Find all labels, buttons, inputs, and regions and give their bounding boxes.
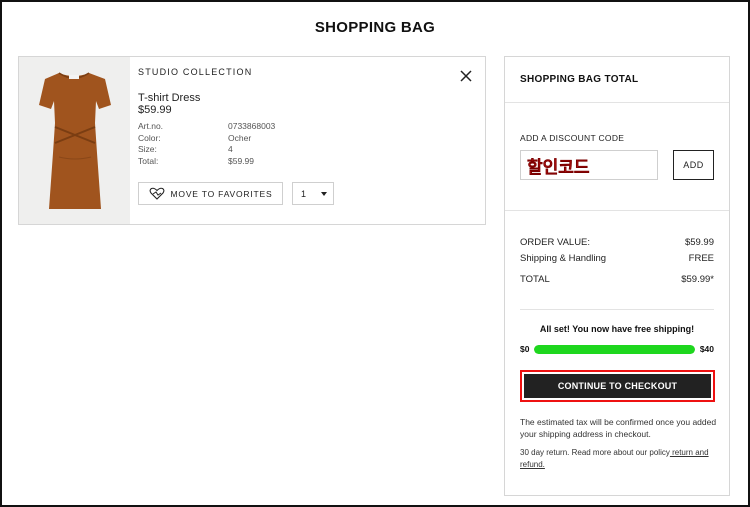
attr-key: Total: [138, 155, 159, 166]
product-attributes: Art.no. 0733868003 Color: Ocher Size: 4 … [138, 121, 275, 167]
return-note: 30 day return. Read more about our polic… [520, 447, 717, 470]
total-row: TOTAL $59.99* [520, 274, 714, 285]
attr-value: Ocher [228, 132, 252, 143]
discount-code-label: ADD A DISCOUNT CODE [520, 133, 625, 143]
attr-value: 0733868003 [228, 121, 276, 131]
move-to-favorites-label: MOVE TO FAVORITES [170, 188, 273, 199]
return-note-text: 30 day return. Read more about our polic… [520, 448, 670, 457]
move-to-favorites-button[interactable]: MOVE TO FAVORITES [138, 182, 283, 205]
total-label: TOTAL [520, 274, 550, 285]
bag-total-panel: SHOPPING BAG TOTAL ADD A DISCOUNT CODE 할… [504, 56, 730, 496]
bag-item-card: STUDIO COLLECTION T-shirt Dress $59.99 A… [18, 56, 486, 225]
attr-row-size: Size: 4 [138, 144, 275, 156]
dress-image-icon [39, 72, 111, 209]
divider [505, 102, 729, 103]
attr-key: Size: [138, 144, 157, 154]
product-name[interactable]: T-shirt Dress [138, 92, 200, 104]
add-discount-button[interactable]: ADD [673, 150, 714, 180]
product-image[interactable] [19, 57, 130, 224]
product-price: $59.99 [138, 104, 172, 116]
attr-row-article: Art.no. 0733868003 [138, 121, 275, 133]
divider [505, 210, 729, 211]
divider [520, 309, 714, 310]
progress-min-label: $0 [520, 344, 530, 354]
quantity-select[interactable]: 1 [292, 182, 334, 205]
order-value-label: ORDER VALUE: [520, 237, 591, 248]
tax-note: The estimated tax will be confirmed once… [520, 417, 717, 439]
checkout-highlight: CONTINUE TO CHECKOUT [520, 370, 715, 402]
progress-max-label: $40 [699, 344, 714, 354]
order-value-row: ORDER VALUE: $59.99 [520, 237, 714, 248]
attr-row-total: Total: $59.99 [138, 156, 275, 168]
attr-value: $59.99 [228, 155, 254, 166]
attr-key: Color: [138, 132, 161, 143]
shipping-row: Shipping & Handling FREE [520, 253, 714, 264]
progress-track [534, 344, 695, 354]
attr-key: Art.no. [138, 121, 164, 131]
chevron-down-icon [321, 191, 327, 196]
total-amount: $59.99* [681, 274, 714, 285]
free-shipping-message: All set! You now have free shipping! [539, 324, 695, 334]
discount-code-input[interactable]: 할인코드 [520, 150, 658, 180]
progress-fill [534, 344, 695, 354]
remove-item-button[interactable] [459, 69, 473, 83]
heart-icon [149, 187, 164, 200]
product-info: STUDIO COLLECTION T-shirt Dress $59.99 A… [138, 57, 485, 224]
quantity-value: 1 [301, 188, 307, 199]
shipping-label: Shipping & Handling [520, 253, 607, 264]
order-value-amount: $59.99 [684, 237, 714, 248]
free-shipping-progress: $0 $40 [520, 343, 714, 355]
page-title: SHOPPING BAG [314, 19, 436, 36]
product-brand: STUDIO COLLECTION [138, 67, 253, 77]
attr-value: 4 [228, 144, 233, 154]
close-icon [460, 70, 472, 82]
continue-to-checkout-button[interactable]: CONTINUE TO CHECKOUT [524, 374, 711, 398]
shipping-amount: FREE [688, 253, 714, 264]
bag-total-title: SHOPPING BAG TOTAL [520, 74, 639, 85]
attr-row-color: Color: Ocher [138, 133, 275, 145]
